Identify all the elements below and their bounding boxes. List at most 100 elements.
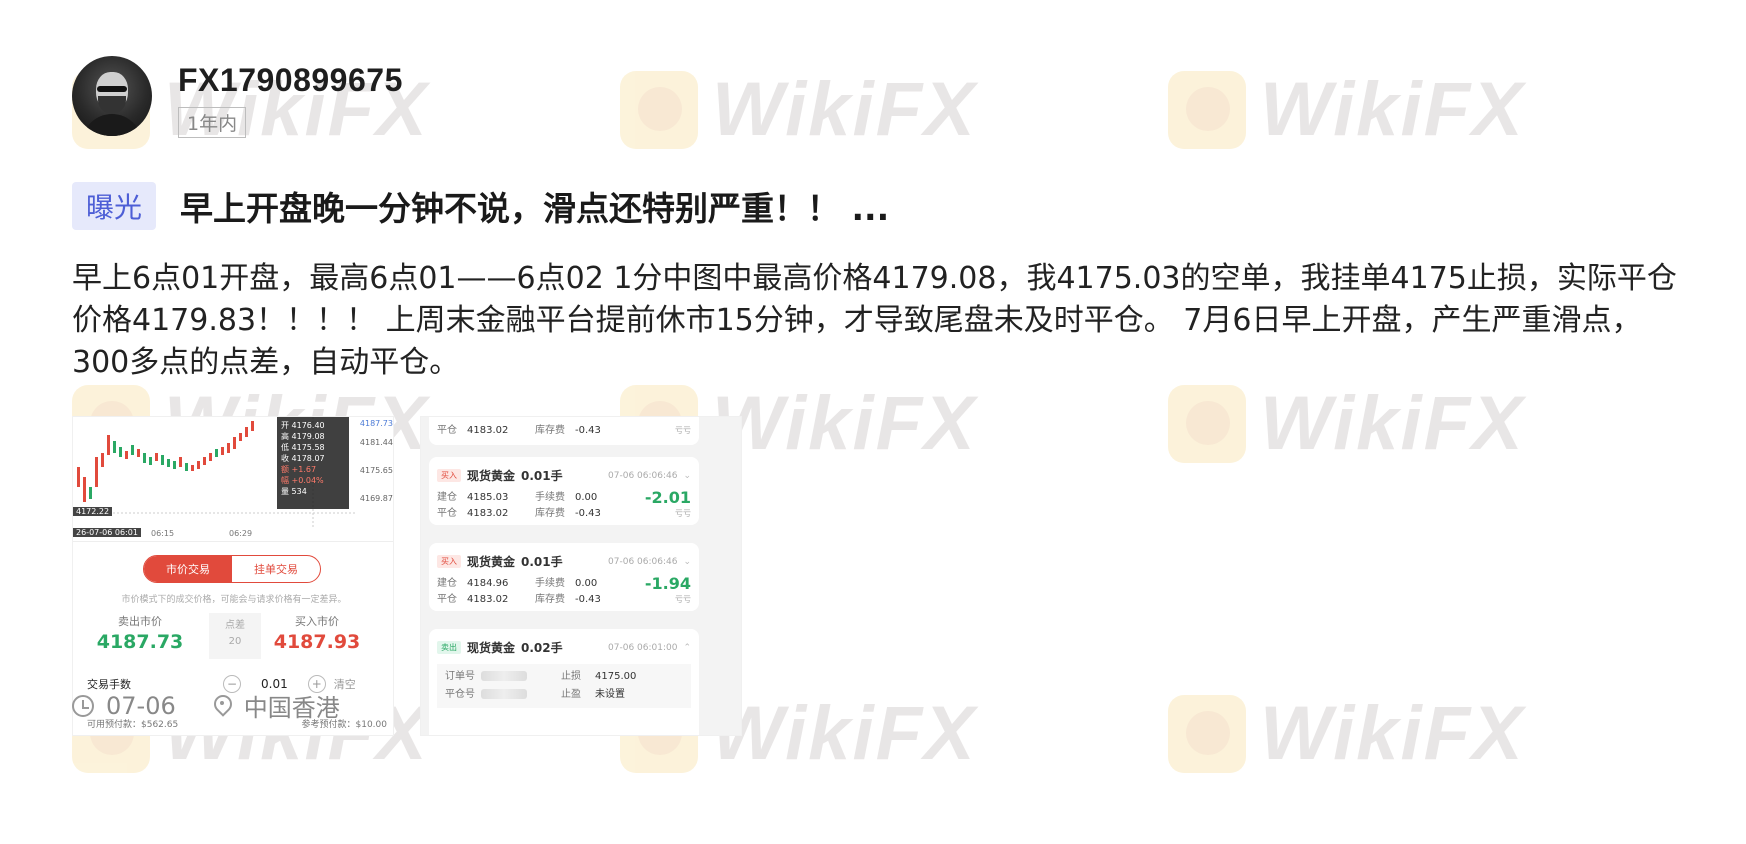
tooltip-change: 额 +1.67 <box>281 465 317 474</box>
storage-fee: -0.43 <box>575 508 601 519</box>
close-price: 4183.02 <box>467 594 509 605</box>
order-time: 07-06 06:06:46 <box>608 556 678 567</box>
chevron-up-icon[interactable]: ⌃ <box>683 643 691 653</box>
candle <box>221 447 224 455</box>
candle <box>245 427 248 437</box>
take-profit-label: 止盈 <box>561 689 581 700</box>
side-badge: 买入 <box>437 469 461 482</box>
chevron-down-icon[interactable]: ⌄ <box>683 557 691 567</box>
candle <box>155 453 158 461</box>
stop-loss-label: 止损 <box>561 671 581 682</box>
post-location: 中国香港 <box>243 694 340 722</box>
post-meta: 07-06 中国香港 <box>72 688 340 723</box>
buy-price-block[interactable]: 买入市价 4187.93 <box>269 613 365 653</box>
candle <box>149 457 152 465</box>
post-date: 07-06 <box>106 691 176 720</box>
clock-icon <box>72 694 94 717</box>
sell-price: 4187.73 <box>96 631 184 653</box>
candle <box>137 449 140 457</box>
open-label: 建仓 <box>437 578 457 589</box>
candle <box>203 457 206 465</box>
chevron-down-icon[interactable]: ⌄ <box>683 471 691 481</box>
open-price: 4184.96 <box>467 578 509 589</box>
tooltip-pct: 幅 +0.04% <box>281 476 324 485</box>
tab-pending-order[interactable]: 挂单交易 <box>232 556 320 582</box>
tooltip-volume: 量 534 <box>281 487 307 496</box>
side-badge: 卖出 <box>437 641 461 654</box>
sell-label: 卖出市价 <box>118 615 162 628</box>
close-label: 平仓 <box>437 425 457 436</box>
post-header: FX1790899675 1年内 <box>72 56 1692 138</box>
kline-tooltip: 开 4176.40 高 4179.08 低 4175.58 收 4178.07 … <box>277 417 349 509</box>
order-card-expanded[interactable]: 卖出 现货黄金 0.02手 07-06 06:01:00 ⌃ 订单号 止损 41… <box>429 629 699 735</box>
crosshair-time-label: 26-07-06 06:01 <box>73 528 141 537</box>
stop-loss: 4175.00 <box>595 671 637 682</box>
post-title[interactable]: 早上开盘晚一分钟不说，滑点还特别严重！！ ... <box>180 182 889 230</box>
storage-label: 库存费 <box>535 508 565 519</box>
candle <box>197 461 200 469</box>
candle <box>89 487 92 499</box>
candle <box>77 467 80 487</box>
candle <box>101 453 104 467</box>
tooltip-close: 收 4178.07 <box>281 454 325 463</box>
storage-fee: -0.43 <box>575 594 601 605</box>
market-mode-hint: 市价模式下的成交价格，可能会与请求价格有一定差异。 <box>121 595 347 605</box>
candle <box>179 457 182 467</box>
price-tick: 4181.44 <box>359 438 393 447</box>
candle <box>173 461 176 469</box>
pl-sub: 亏亏 <box>675 595 691 604</box>
close-label: 平仓 <box>437 508 457 519</box>
spread-value: 20 <box>228 636 242 647</box>
storage-label: 库存费 <box>535 594 565 605</box>
candle <box>239 433 242 441</box>
candle <box>233 437 236 449</box>
candle <box>215 449 218 457</box>
trade-mode-tabs: 市价交易 挂单交易 <box>143 555 321 583</box>
open-price: 4185.03 <box>467 492 509 503</box>
user-info: FX1790899675 1年内 <box>178 56 403 138</box>
sell-price-block[interactable]: 卖出市价 4187.73 <box>95 613 185 653</box>
order-name: 现货黄金 <box>467 555 516 569</box>
candle <box>209 453 212 461</box>
order-time: 07-06 06:01:00 <box>608 642 678 653</box>
x-tick: 06:29 <box>229 529 253 538</box>
profit-loss: -2.01 <box>644 488 691 507</box>
order-lots: 0.01手 <box>521 555 563 569</box>
kline-chart: 开 4176.40 高 4179.08 低 4175.58 收 4178.07 … <box>73 417 393 542</box>
buy-label: 买入市价 <box>295 615 339 628</box>
price-tick: 4187.73 <box>359 419 393 428</box>
order-time: 07-06 06:06:46 <box>608 470 678 481</box>
buy-price: 4187.93 <box>273 631 361 653</box>
avatar[interactable] <box>72 56 152 136</box>
order-card[interactable]: 买入 现货黄金 0.01手 07-06 06:06:46 ⌄ 建仓 4185.0… <box>429 457 699 525</box>
storage-fee: -0.43 <box>575 425 601 436</box>
storage-label: 库存费 <box>535 425 565 436</box>
candle <box>185 463 188 471</box>
order-detail: 订单号 止损 4175.00 平仓号 止盈 未设置 <box>437 664 691 708</box>
candle <box>227 443 230 453</box>
title-row: 曝光 早上开盘晚一分钟不说，滑点还特别严重！！ ... <box>72 182 1692 230</box>
candle <box>95 457 98 487</box>
candle <box>131 445 134 455</box>
order-card[interactable]: 买入 现货黄金 0.01手 07-06 06:06:46 ⌄ 建仓 4184.9… <box>429 543 699 611</box>
close-label: 平仓 <box>437 594 457 605</box>
fee: 0.00 <box>575 492 598 503</box>
price-tick: 4169.87 <box>359 494 393 503</box>
side-badge: 买入 <box>437 555 461 568</box>
candles <box>77 421 254 502</box>
order-name: 现货黄金 <box>467 641 516 655</box>
candle <box>191 465 194 471</box>
order-card-partial: 平仓 4183.02 库存费 -0.43 亏亏 <box>429 417 699 445</box>
pl-sub: 亏亏 <box>675 509 691 518</box>
tooltip-open: 开 4176.40 <box>281 421 325 430</box>
order-lots: 0.01手 <box>521 469 563 483</box>
candle <box>125 451 128 459</box>
tab-market-order[interactable]: 市价交易 <box>144 556 232 582</box>
screenshot-order-history[interactable]: 平仓 4183.02 库存费 -0.43 亏亏 买入 现货黄金 0.01手 07… <box>420 416 742 736</box>
candle <box>107 435 110 455</box>
fee-label: 手续费 <box>535 578 565 589</box>
close-no-blurred <box>481 686 561 704</box>
period-badge: 1年内 <box>178 107 247 138</box>
username[interactable]: FX1790899675 <box>178 62 403 99</box>
location-pin-icon <box>214 695 232 717</box>
